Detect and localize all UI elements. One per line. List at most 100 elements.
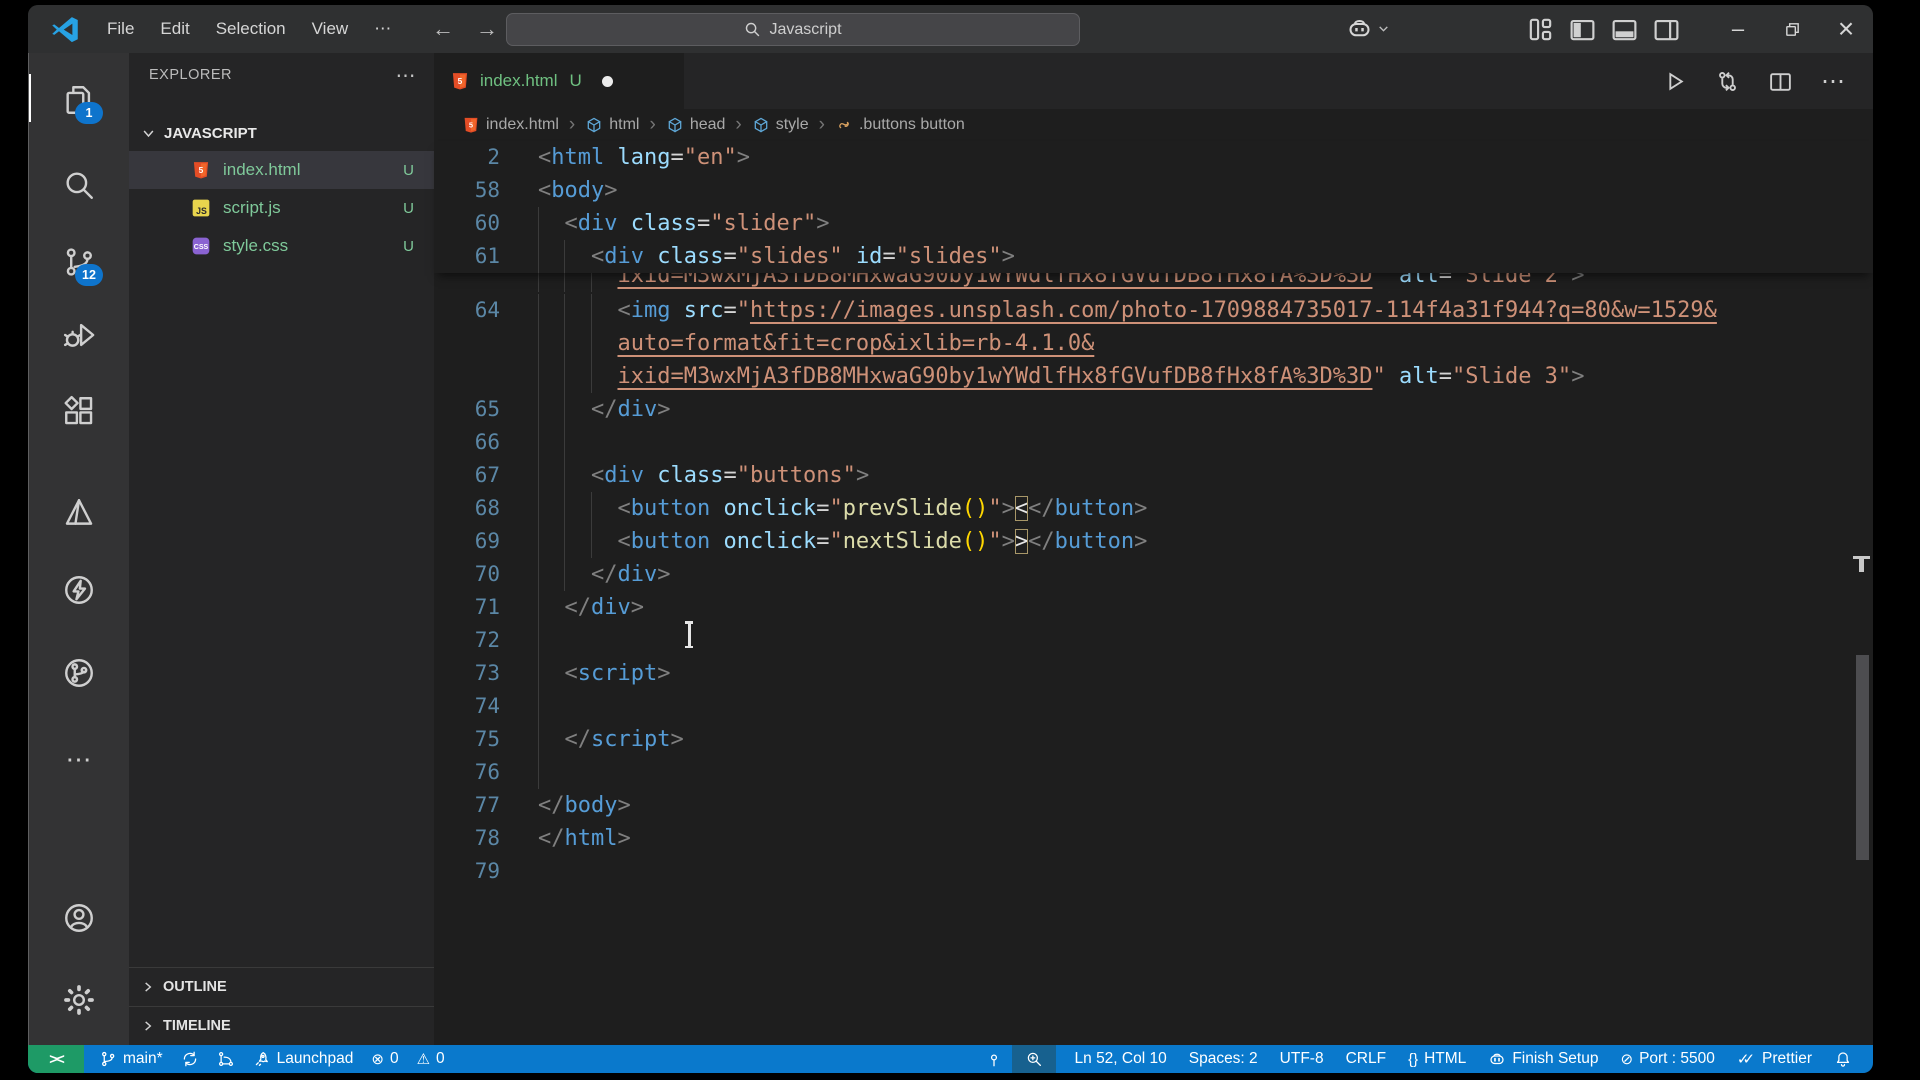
vscode-logo-icon — [52, 17, 78, 43]
split-editor-icon[interactable] — [1768, 69, 1793, 94]
source-control-icon[interactable]: 12 — [53, 236, 105, 288]
extensions-icon[interactable] — [53, 385, 105, 437]
minimize-button[interactable]: – — [1711, 5, 1765, 53]
code-line-74: 74 — [434, 690, 1873, 723]
menu-selection[interactable]: Selection — [203, 19, 299, 39]
breadcrumb-separator: › — [818, 114, 825, 135]
menu-edit[interactable]: Edit — [147, 19, 202, 39]
status-item-main[interactable]: main* — [90, 1050, 172, 1068]
code-line-58: 58 <body> — [474, 178, 618, 203]
close-button[interactable]: × — [1819, 5, 1873, 53]
copilot-menu[interactable] — [1346, 15, 1390, 42]
unsaved-dot-icon[interactable] — [601, 75, 613, 87]
extension-thunder-client-icon[interactable] — [53, 564, 105, 616]
breadcrumb-index-html[interactable]: 5 index.html — [462, 116, 559, 134]
remote-indicator[interactable]: >< — [28, 1045, 84, 1073]
search-icon[interactable] — [53, 159, 105, 211]
status-item-crlf[interactable]: CRLF — [1335, 1050, 1397, 1068]
panel-outline[interactable]: OUTLINE — [129, 967, 434, 1006]
code-line-wrap: ixid=M3wxMjA3fDB8MHxwaG90by1wYWdlfHx8fGV… — [434, 273, 1873, 292]
menu-file[interactable]: File — [94, 19, 147, 39]
symbol-icon — [835, 116, 853, 134]
breadcrumb--buttons-button[interactable]: .buttons button — [835, 116, 965, 134]
blocked-icon: ⊘ — [1620, 1051, 1634, 1068]
graph-icon — [217, 1050, 235, 1068]
command-center-text: Javascript — [769, 20, 842, 38]
launchpad-icon — [253, 1050, 271, 1068]
settings-gear-icon[interactable] — [53, 974, 105, 1026]
extension-prism-icon[interactable] — [53, 487, 105, 539]
scrollbar-thumb[interactable] — [1856, 655, 1869, 860]
nav-forward-icon[interactable]: → — [476, 16, 498, 42]
breadcrumb-head[interactable]: head — [666, 116, 725, 134]
nav-back-icon[interactable]: ← — [432, 16, 454, 42]
warning-icon: ⚠ — [416, 1051, 431, 1068]
css-file-icon: CSS — [191, 236, 211, 256]
code-editor[interactable]: 2 <html lang="en"> 58 <body> 60 <div class="… — [434, 141, 1873, 1045]
status-item-sync[interactable] — [172, 1050, 208, 1068]
clipped-code-line: ixid=M3wxMjA3fDB8MHxwaG90by1wYWdlfHx8fGV… — [434, 273, 1873, 294]
extension-git-icon[interactable] — [53, 647, 105, 699]
file-row-script.js[interactable]: JS script.js U — [129, 189, 434, 227]
tab-label: index.html — [480, 71, 558, 90]
code-line-75: 75 </script> — [434, 723, 1873, 756]
file-name: style.css — [223, 236, 289, 255]
status-item-bell[interactable] — [1823, 1050, 1863, 1068]
restore-icon — [1785, 22, 1799, 36]
bell-icon — [1834, 1050, 1852, 1068]
status-item-html[interactable]: {} HTML — [1397, 1050, 1477, 1068]
code-line-70: 70 </div> — [434, 558, 1873, 591]
toggle-primary-sidebar-icon[interactable] — [1568, 15, 1597, 44]
status-item-ln-52-col-10[interactable]: Ln 52, Col 10 — [1064, 1050, 1178, 1068]
explorer-more-actions-icon[interactable]: ⋯ — [396, 63, 417, 88]
status-item-launchpad[interactable]: Launchpad — [244, 1050, 363, 1068]
toggle-panel-icon[interactable] — [1610, 15, 1639, 44]
status-item-0[interactable]: ⊗ 0 — [362, 1050, 407, 1068]
panel-timeline[interactable]: TIMELINE — [129, 1006, 434, 1045]
editor-more-actions-icon[interactable]: ⋯ — [1821, 67, 1845, 96]
workspace-folder-javascript[interactable]: JAVASCRIPT — [129, 115, 434, 151]
account-icon[interactable] — [53, 892, 105, 944]
editor-group: 5 index.html U ⋯ 5 index.html › html › head › s… — [434, 53, 1873, 1045]
code-line-65: 65 </div> — [434, 393, 1873, 426]
restore-button[interactable] — [1765, 5, 1819, 53]
file-row-index.html[interactable]: 5 index.html U — [129, 151, 434, 189]
file-row-style.css[interactable]: CSS style.css U — [129, 227, 434, 265]
menu-view[interactable]: View — [299, 19, 362, 39]
code-line-77: 77 </body> — [474, 793, 631, 818]
breadcrumbs: 5 index.html › html › head › style › .buttons but… — [434, 109, 1873, 141]
toggle-secondary-sidebar-icon[interactable] — [1652, 15, 1681, 44]
code-line-60: 60 <div class="slider"> — [434, 207, 1873, 240]
command-center-search[interactable]: Javascript — [506, 13, 1080, 46]
status-item-prettier[interactable]: ✓✓ Prettier — [1726, 1050, 1823, 1068]
code-line-73: 73 <script> — [434, 657, 1873, 690]
tab-bar: 5 index.html U ⋯ — [434, 53, 1873, 109]
run-button[interactable] — [1662, 69, 1687, 94]
js-file-icon: JS — [191, 198, 211, 218]
status-item-antenna[interactable] — [976, 1050, 1012, 1068]
file-name: script.js — [223, 198, 281, 217]
status-item-port-5500[interactable]: ⊘ Port : 5500 — [1609, 1050, 1725, 1068]
code-line-67: 67 <div class="buttons"> — [434, 459, 1873, 492]
status-item-0[interactable]: ⚠ 0 — [408, 1050, 454, 1068]
status-item-utf-8[interactable]: UTF-8 — [1269, 1050, 1335, 1068]
menu-overflow-icon[interactable]: ⋯ — [361, 19, 404, 39]
breadcrumb-style[interactable]: style — [752, 116, 809, 134]
breadcrumb-html[interactable]: html — [585, 116, 639, 134]
html-file-icon: 5 — [191, 160, 211, 180]
status-item-finish-setup[interactable]: Finish Setup — [1477, 1050, 1609, 1068]
status-item-spaces-2[interactable]: Spaces: 2 — [1178, 1050, 1269, 1068]
status-item-zoom[interactable] — [1011, 1045, 1056, 1073]
additional-views-icon[interactable]: ⋯ — [53, 733, 105, 785]
svg-text:5: 5 — [199, 165, 204, 175]
branch-icon — [99, 1050, 117, 1068]
status-item-graph[interactable] — [208, 1050, 244, 1068]
explorer-icon[interactable]: 1 — [53, 74, 105, 126]
tab-index-html[interactable]: 5 index.html U — [434, 53, 684, 109]
customize-layout-icon[interactable] — [1526, 15, 1555, 44]
code-line-68: 68 <button onclick="prevSlide()"><</butt… — [434, 492, 1873, 525]
open-changes-icon[interactable] — [1715, 69, 1740, 94]
run-and-debug-icon[interactable] — [53, 309, 105, 361]
chevron-right-icon — [141, 980, 155, 994]
text-cursor-pointer — [682, 621, 696, 648]
